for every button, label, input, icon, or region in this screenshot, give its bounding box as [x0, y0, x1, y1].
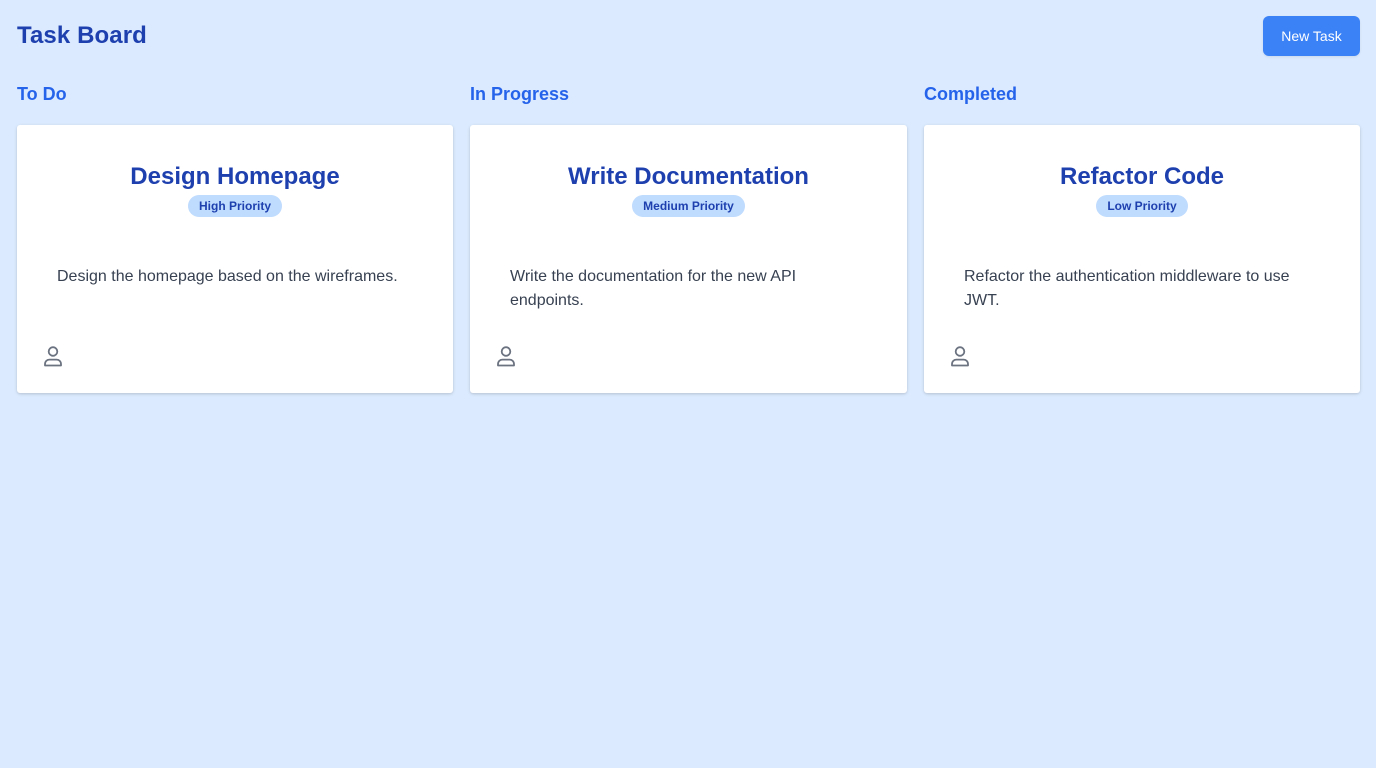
page-title: Task Board — [17, 22, 147, 49]
column-completed: Completed Refactor Code Low Priority Ref… — [924, 80, 1360, 393]
task-card[interactable]: Refactor Code Low Priority Refactor the … — [924, 125, 1360, 393]
task-title: Write Documentation — [568, 163, 809, 190]
task-description: Design the homepage based on the wirefra… — [57, 268, 398, 285]
priority-badge: High Priority — [187, 195, 282, 217]
priority-badge: Low Priority — [1096, 195, 1188, 217]
task-description: Refactor the authentication middleware t… — [964, 268, 1290, 309]
column-in-progress: In Progress Write Documentation Medium P… — [470, 80, 907, 393]
column-todo: To Do Design Homepage High Priority Desi… — [17, 80, 453, 393]
priority-badge: Medium Priority — [632, 195, 745, 217]
task-card[interactable]: Write Documentation Medium Priority Writ… — [470, 125, 907, 393]
header: Task Board New Task — [17, 16, 1360, 56]
task-card[interactable]: Design Homepage High Priority Design the… — [17, 125, 453, 393]
column-title: In Progress — [470, 84, 570, 104]
badge-container: High Priority — [17, 195, 453, 217]
badge-container: Medium Priority — [470, 195, 907, 217]
user-icon[interactable] — [950, 345, 970, 367]
column-title: To Do — [17, 84, 67, 104]
task-description: Write the documentation for the new API … — [510, 268, 797, 309]
badge-container: Low Priority — [924, 195, 1360, 217]
new-task-button[interactable]: New Task — [1263, 16, 1360, 56]
task-title: Design Homepage — [130, 163, 340, 190]
user-icon[interactable] — [496, 345, 516, 367]
task-title: Refactor Code — [1059, 163, 1225, 190]
column-title: Completed — [924, 84, 1018, 104]
task-board: To Do Design Homepage High Priority Desi… — [17, 80, 1360, 393]
user-icon[interactable] — [43, 345, 63, 367]
